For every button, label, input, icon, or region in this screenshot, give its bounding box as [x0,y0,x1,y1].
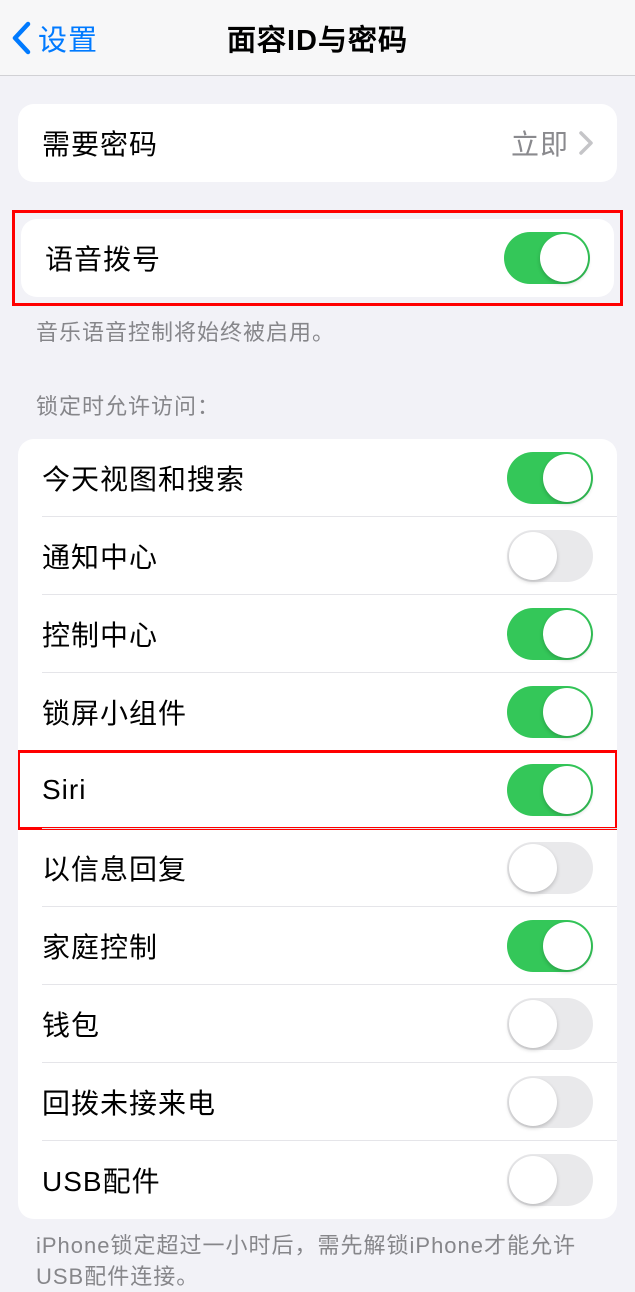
lock-access-toggle[interactable] [507,452,593,504]
toggle-knob [509,1156,557,1204]
lock-access-item-label: 控制中心 [42,614,158,654]
toggle-knob [543,688,591,736]
toggle-knob [509,1078,557,1126]
lock-access-row: USB配件 [18,1141,617,1219]
toggle-knob [543,454,591,502]
require-passcode-value: 立即 [511,123,569,163]
toggle-knob [543,766,591,814]
lock-access-toggle[interactable] [507,608,593,660]
lock-access-header: 锁定时允许访问： [0,349,635,431]
require-passcode-value-wrap: 立即 [511,123,593,163]
header: 设置 面容ID与密码 [0,0,635,76]
toggle-knob [540,234,588,282]
voice-dial-toggle[interactable] [504,232,590,284]
lock-access-item-label: 以信息回复 [42,848,187,888]
require-passcode-row[interactable]: 需要密码 立即 [18,104,617,182]
lock-access-footer: iPhone锁定超过一小时后，需先解锁iPhone才能允许USB配件连接。 [0,1219,635,1292]
page-title: 面容ID与密码 [227,17,408,59]
lock-access-item-label: 通知中心 [42,536,158,576]
lock-access-item-label: 回拨未接来电 [42,1082,216,1122]
toggle-knob [509,1000,557,1048]
lock-access-row: 今天视图和搜索 [18,439,617,517]
lock-access-row: 控制中心 [18,595,617,673]
voice-dial-label: 语音拨号 [45,238,161,278]
chevron-left-icon [10,21,32,55]
chevron-right-icon [579,131,593,155]
voice-dial-footer: 音乐语音控制将始终被启用。 [0,306,635,349]
lock-access-row: 锁屏小组件 [18,673,617,751]
lock-access-row: 回拨未接来电 [18,1063,617,1141]
lock-access-row: Siri [18,751,617,829]
lock-access-row: 钱包 [18,985,617,1063]
passcode-group: 需要密码 立即 [18,104,617,182]
back-label: 设置 [38,17,98,59]
back-button[interactable]: 设置 [0,17,98,59]
lock-access-toggle[interactable] [507,764,593,816]
voice-dial-highlight: 语音拨号 [12,210,623,306]
lock-access-group: 今天视图和搜索通知中心控制中心锁屏小组件 Siri 以信息回复家庭控制钱包回拨未接来… [18,439,617,1219]
lock-access-toggle[interactable] [507,1154,593,1206]
toggle-knob [543,922,591,970]
lock-access-item-label: Siri [42,774,86,806]
lock-access-row: 家庭控制 [18,907,617,985]
toggle-knob [543,610,591,658]
lock-access-toggle[interactable] [507,842,593,894]
content: 需要密码 立即 语音拨号 音乐语音控制将始终被启用。 锁定时允许访问： 今天视图… [0,104,635,1292]
lock-access-toggle[interactable] [507,686,593,738]
lock-access-toggle[interactable] [507,920,593,972]
lock-access-item-label: 锁屏小组件 [42,692,187,732]
lock-access-item-label: 家庭控制 [42,926,158,966]
require-passcode-label: 需要密码 [42,123,158,163]
lock-access-toggle[interactable] [507,1076,593,1128]
toggle-knob [509,844,557,892]
lock-access-item-label: 今天视图和搜索 [42,458,245,498]
lock-access-toggle[interactable] [507,530,593,582]
toggle-knob [509,532,557,580]
lock-access-row: 通知中心 [18,517,617,595]
lock-access-toggle[interactable] [507,998,593,1050]
lock-access-item-label: 钱包 [42,1004,100,1044]
lock-access-row: 以信息回复 [18,829,617,907]
voice-dial-row: 语音拨号 [21,219,614,297]
voice-dial-group: 语音拨号 [21,219,614,297]
lock-access-item-label: USB配件 [42,1160,161,1200]
